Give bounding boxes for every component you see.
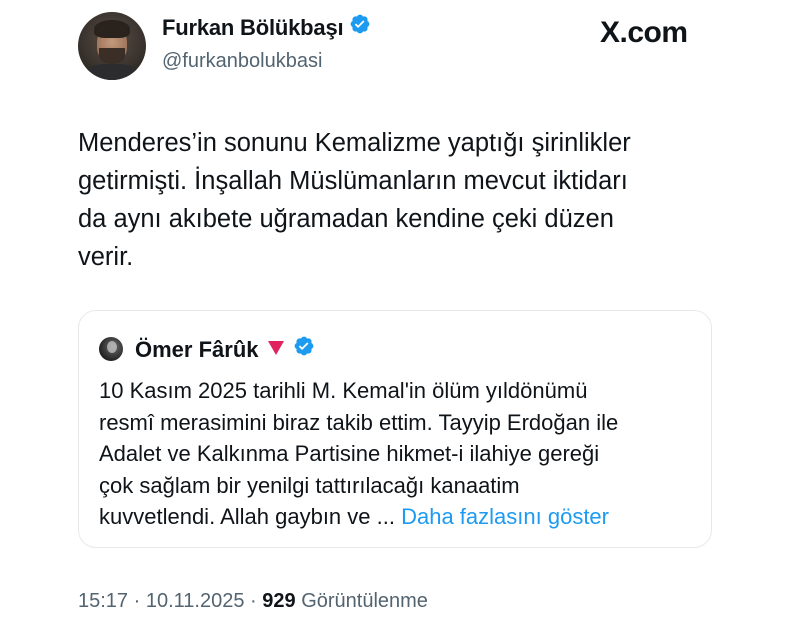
tweet-line: Menderes’in sonunu Kemalizme yaptığı şir… <box>78 129 631 157</box>
verified-badge-icon <box>349 13 371 41</box>
tweet-line: verir. <box>78 243 134 271</box>
quoted-line: kuvvetlendi. Allah gaybın ve ... <box>99 504 395 529</box>
tweet-text: Menderes’in sonunu Kemalizme yaptığı şir… <box>78 124 728 276</box>
quoted-line: çok sağlam bir yenilgi tattırılacağı kan… <box>99 472 520 498</box>
quoted-tweet[interactable]: Ömer Fârûk 10 Kasım 2025 tarihli M. Kema… <box>78 310 712 548</box>
views-count: 929 <box>262 590 296 612</box>
author-avatar[interactable] <box>78 12 146 80</box>
show-more-link[interactable]: Daha fazlasını göster <box>401 504 609 529</box>
tweet-time[interactable]: 15:17 <box>78 590 128 612</box>
meta-separator: · <box>244 590 263 612</box>
author-display-name-row[interactable]: Furkan Bölükbaşı <box>162 13 371 43</box>
quoted-author-avatar[interactable] <box>99 337 123 361</box>
quoted-author-name[interactable]: Ömer Fârûk <box>135 337 259 362</box>
tweet-meta: 15:17 · 10.11.2025 · 929 Görüntülenme <box>78 590 428 613</box>
quoted-line: 10 Kasım 2025 tarihli M. Kemal'in ölüm y… <box>99 378 588 403</box>
quoted-tweet-text: 10 Kasım 2025 tarihli M. Kemal'in ölüm y… <box>99 375 699 533</box>
verified-badge-icon <box>293 335 315 363</box>
site-logo: X.com <box>600 16 688 49</box>
quoted-author-row[interactable]: Ömer Fârûk <box>135 335 315 365</box>
quoted-line: Adalet ve Kalkınma Partisine hikmet-i il… <box>99 441 600 466</box>
quoted-line: resmî merasimini biraz takib ettim. Tayy… <box>99 409 619 435</box>
tweet-line: getirmişti. İnşallah Müslümanların mevcu… <box>78 167 628 195</box>
quoted-line-last: kuvvetlendi. Allah gaybın ve ... Daha fa… <box>99 501 699 533</box>
views-label: Görüntülenme <box>301 590 428 612</box>
meta-separator: · <box>128 590 146 612</box>
tweet-date[interactable]: 10.11.2025 <box>146 590 245 612</box>
tweet-line: da aynı akıbete uğramadan kendine çeki d… <box>78 205 614 233</box>
tweet-card: Furkan Bölükbaşı @furkanbolukbasi X.com … <box>0 0 800 620</box>
author-handle[interactable]: @furkanbolukbasi <box>162 50 322 73</box>
author-display-name[interactable]: Furkan Bölükbaşı <box>162 15 344 40</box>
red-triangle-icon <box>267 336 285 362</box>
